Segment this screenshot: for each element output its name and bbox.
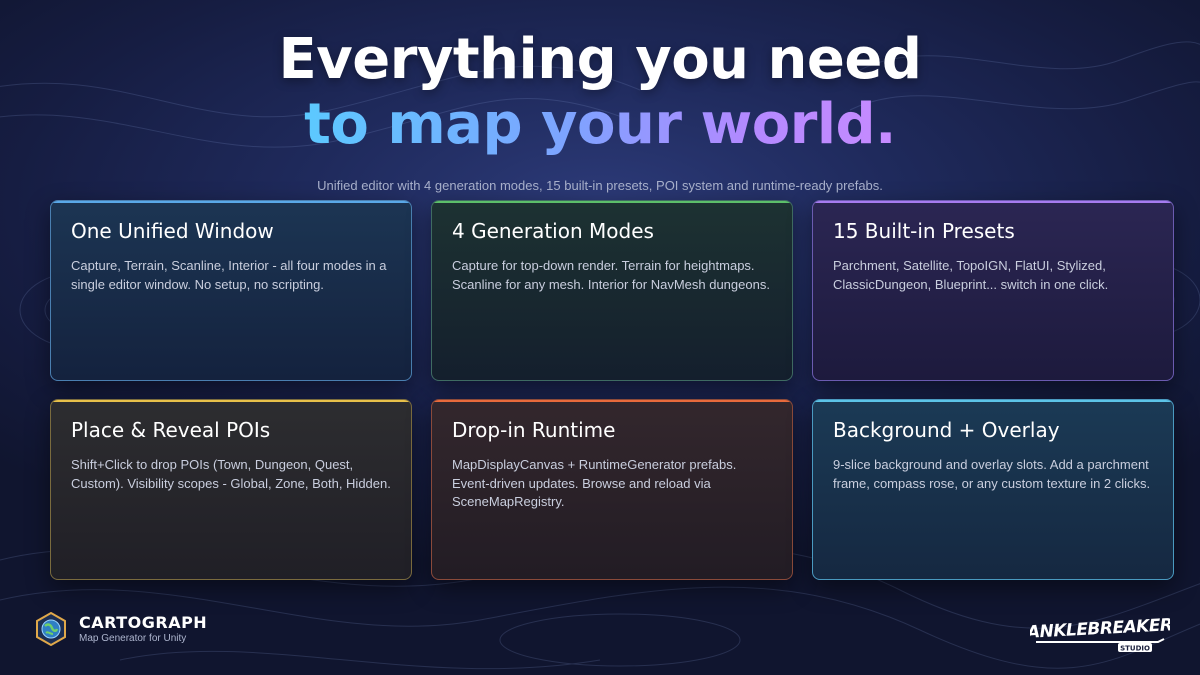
- anklebreaker-studio-logo: ANKLEBREAKER STUDIO: [1030, 615, 1170, 653]
- card-accent-bar: [51, 201, 411, 203]
- card-title: One Unified Window: [71, 219, 274, 243]
- brand-name: CARTOGRAPH: [79, 612, 208, 632]
- headline-line-2: to map your world.: [304, 92, 896, 157]
- feature-card-presets: 15 Built-in Presets Parchment, Satellite…: [812, 200, 1174, 381]
- card-title: 4 Generation Modes: [452, 219, 654, 243]
- feature-card-generation-modes: 4 Generation Modes Capture for top-down …: [431, 200, 793, 381]
- card-accent-bar: [432, 400, 792, 402]
- studio-name: ANKLEBREAKER: [1030, 615, 1170, 643]
- card-body: Parchment, Satellite, TopoIGN, FlatUI, S…: [833, 258, 1109, 292]
- feature-card-runtime: Drop-in Runtime MapDisplayCanvas + Runti…: [431, 399, 793, 580]
- card-body: MapDisplayCanvas + RuntimeGenerator pref…: [452, 457, 737, 509]
- cartograph-globe-icon: [36, 612, 66, 646]
- card-accent-bar: [432, 201, 792, 203]
- card-accent-bar: [51, 400, 411, 402]
- feature-grid: One Unified Window Capture, Terrain, Sca…: [50, 200, 1174, 580]
- card-body: Shift+Click to drop POIs (Town, Dungeon,…: [71, 457, 391, 491]
- brand-tagline: Map Generator for Unity: [79, 632, 187, 644]
- headline: Everything you need to map your world.: [0, 28, 1200, 158]
- card-accent-bar: [813, 201, 1173, 203]
- studio-sub: STUDIO: [1120, 645, 1150, 653]
- subtitle: Unified editor with 4 generation modes, …: [317, 178, 883, 193]
- card-title: 15 Built-in Presets: [833, 219, 1015, 243]
- card-title: Drop-in Runtime: [452, 418, 616, 442]
- card-title: Background + Overlay: [833, 418, 1060, 442]
- card-body: 9-slice background and overlay slots. Ad…: [833, 457, 1151, 491]
- card-body: Capture for top-down render. Terrain for…: [452, 258, 770, 292]
- headline-line-1: Everything you need: [278, 27, 922, 92]
- card-body: Capture, Terrain, Scanline, Interior - a…: [71, 258, 387, 292]
- feature-card-pois: Place & Reveal POIs Shift+Click to drop …: [50, 399, 412, 580]
- feature-card-unified-window: One Unified Window Capture, Terrain, Sca…: [50, 200, 412, 381]
- feature-card-background-overlay: Background + Overlay 9-slice background …: [812, 399, 1174, 580]
- cartograph-logo: CARTOGRAPH Map Generator for Unity: [34, 612, 207, 646]
- card-title: Place & Reveal POIs: [71, 418, 271, 442]
- card-accent-bar: [813, 400, 1173, 402]
